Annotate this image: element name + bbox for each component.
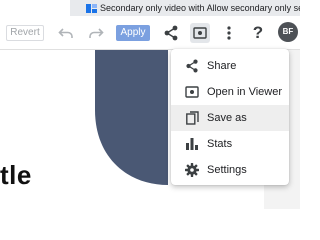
- copy-icon: [185, 111, 199, 125]
- gear-icon: [185, 163, 199, 177]
- revert-button[interactable]: Revert: [6, 25, 44, 41]
- viewer-icon: [185, 85, 199, 99]
- avatar[interactable]: BF: [278, 22, 298, 42]
- menu-item-label: Settings: [207, 164, 247, 176]
- menu-item-open-in-viewer[interactable]: Open in Viewer: [171, 79, 289, 105]
- help-button[interactable]: ?: [248, 23, 268, 43]
- share-icon: [164, 25, 178, 41]
- share-icon: [185, 59, 199, 73]
- toolbar: Revert Apply ? BF: [0, 17, 300, 49]
- menu-item-label: Open in Viewer: [207, 86, 283, 98]
- menu-item-label: Save as: [207, 112, 247, 124]
- canvas-title: tle: [0, 160, 32, 190]
- browser-tab[interactable]: Secondary only video with Allow secondar…: [70, 0, 300, 16]
- menu-item-save-as[interactable]: Save as: [171, 105, 289, 131]
- favicon-icon: [86, 3, 97, 13]
- menu-item-settings[interactable]: Settings: [171, 157, 289, 183]
- apply-button[interactable]: Apply: [116, 25, 150, 41]
- viewer-icon: [193, 27, 207, 39]
- redo-icon: [89, 28, 104, 38]
- share-button[interactable]: [161, 23, 181, 43]
- more-options-menu: Share Open in Viewer Save as Stats Setti…: [171, 49, 289, 185]
- menu-item-stats[interactable]: Stats: [171, 131, 289, 157]
- bar-chart-icon: [185, 137, 199, 151]
- menu-item-share[interactable]: Share: [171, 53, 289, 79]
- tab-title: Secondary only video with Allow secondar…: [100, 3, 300, 13]
- menu-item-label: Stats: [207, 138, 233, 150]
- tab-strip: Secondary only video with Allow secondar…: [0, 0, 300, 16]
- undo-icon: [58, 28, 73, 38]
- more-vert-icon: [227, 26, 231, 40]
- more-options-button[interactable]: [219, 23, 239, 43]
- tab-strip-edge: [0, 0, 70, 16]
- viewer-button[interactable]: [190, 23, 210, 43]
- undo-button[interactable]: [56, 25, 76, 41]
- menu-item-label: Share: [207, 60, 237, 72]
- redo-button[interactable]: [86, 25, 106, 41]
